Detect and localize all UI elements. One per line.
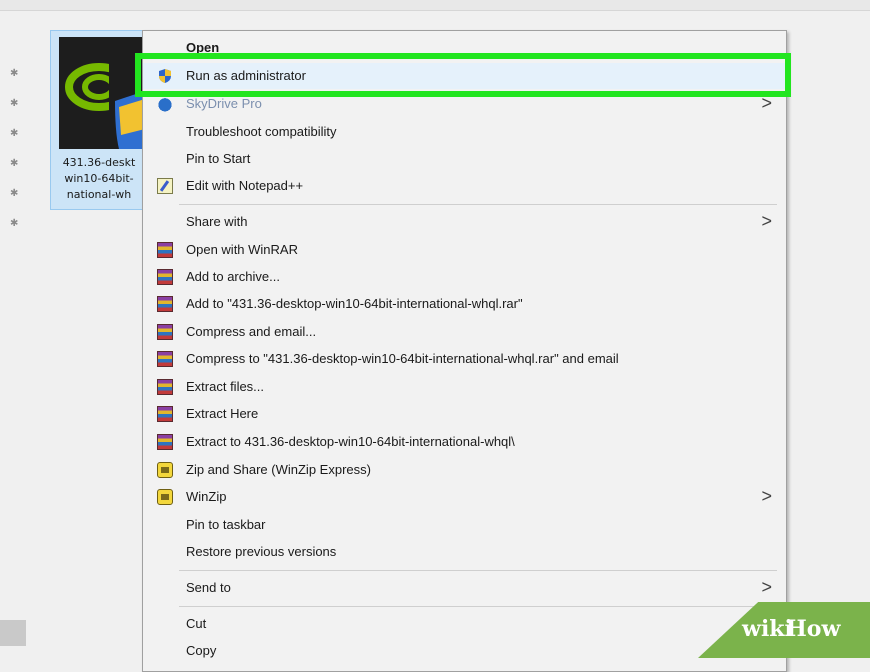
- menu-item-send-to[interactable]: Send to >: [143, 575, 786, 601]
- menu-item-label: Send to: [186, 580, 231, 595]
- menu-item-troubleshoot-compatibility[interactable]: Troubleshoot compatibility: [143, 119, 786, 145]
- menu-item-restore-previous-versions[interactable]: Restore previous versions: [143, 539, 786, 565]
- menu-item-pin-to-taskbar[interactable]: Pin to taskbar: [143, 512, 786, 538]
- menu-item-label: Copy: [186, 643, 217, 658]
- file-name-line: national-wh: [66, 188, 132, 201]
- menu-item-add-to-rar[interactable]: Add to "431.36-desktop-win10-64bit-inter…: [143, 291, 786, 317]
- menu-item-label: Pin to Start: [186, 151, 251, 166]
- menu-item-share-with[interactable]: Share with >: [143, 209, 786, 235]
- scroll-thumb[interactable]: [0, 620, 26, 646]
- pin-icon[interactable]: ✱: [10, 68, 22, 80]
- menu-item-zip-and-share[interactable]: Zip and Share (WinZip Express): [143, 457, 786, 483]
- menu-item-winzip[interactable]: WinZip >: [143, 484, 786, 510]
- submenu-arrow-icon: >: [761, 577, 772, 597]
- skydrive-icon: [157, 96, 173, 112]
- winrar-icon: [157, 434, 173, 450]
- file-name-line: win10-64bit-: [64, 172, 134, 185]
- menu-item-cut[interactable]: Cut: [143, 611, 786, 637]
- menu-separator: [179, 606, 777, 607]
- menu-item-pin-to-start[interactable]: Pin to Start: [143, 146, 786, 172]
- winrar-icon: [157, 242, 173, 258]
- menu-item-label: Zip and Share (WinZip Express): [186, 462, 371, 477]
- menu-item-compress-to-rar-and-email[interactable]: Compress to "431.36-desktop-win10-64bit-…: [143, 346, 786, 372]
- menu-item-label: Troubleshoot compatibility: [186, 124, 337, 139]
- menu-item-label: Restore previous versions: [186, 544, 337, 559]
- file-name-line: 431.36-deskt: [62, 156, 136, 169]
- winrar-icon: [157, 269, 173, 285]
- nvidia-installer-icon: [59, 37, 145, 149]
- menu-item-label: SkyDrive Pro: [186, 96, 262, 111]
- pin-icon[interactable]: ✱: [10, 158, 22, 170]
- pin-icon[interactable]: ✱: [10, 188, 22, 200]
- menu-item-label: Add to "431.36-desktop-win10-64bit-inter…: [186, 296, 523, 311]
- pin-icon[interactable]: ✱: [10, 218, 22, 230]
- menu-item-open-with-winrar[interactable]: Open with WinRAR: [143, 237, 786, 263]
- menu-item-label: WinZip: [186, 489, 227, 504]
- menu-item-label: Extract to 431.36-desktop-win10-64bit-in…: [186, 434, 515, 449]
- selected-file-icon[interactable]: 431.36-deskt win10-64bit- national-wh: [50, 30, 148, 210]
- notepad-plus-plus-icon: [157, 178, 173, 194]
- annotation-highlight-box: [135, 53, 791, 97]
- menu-item-label: Compress to "431.36-desktop-win10-64bit-…: [186, 351, 619, 366]
- menu-item-label: Extract Here: [186, 406, 259, 421]
- menu-separator: [179, 570, 777, 571]
- winrar-icon: [157, 379, 173, 395]
- menu-item-compress-and-email[interactable]: Compress and email...: [143, 319, 786, 345]
- winrar-icon: [157, 406, 173, 422]
- menu-item-copy[interactable]: Copy: [143, 638, 786, 664]
- winzip-icon: [157, 462, 173, 478]
- menu-item-extract-here[interactable]: Extract Here: [143, 401, 786, 427]
- menu-item-edit-with-notepad[interactable]: Edit with Notepad++: [143, 173, 786, 199]
- winzip-icon: [157, 489, 173, 505]
- submenu-arrow-icon: >: [761, 486, 772, 506]
- file-name-label: 431.36-deskt win10-64bit- national-wh: [53, 155, 145, 203]
- menu-item-add-to-archive[interactable]: Add to archive...: [143, 264, 786, 290]
- menu-item-extract-files[interactable]: Extract files...: [143, 374, 786, 400]
- menu-item-label: Add to archive...: [186, 269, 280, 284]
- menu-item-label: Compress and email...: [186, 324, 317, 339]
- winrar-icon: [157, 351, 173, 367]
- menu-item-label: Open with WinRAR: [186, 242, 298, 257]
- watermark-text: How: [786, 616, 841, 642]
- pin-icon[interactable]: ✱: [10, 128, 22, 140]
- menu-item-label: Share with: [186, 214, 248, 229]
- menu-item-extract-to-folder[interactable]: Extract to 431.36-desktop-win10-64bit-in…: [143, 429, 786, 455]
- menu-separator: [179, 204, 777, 205]
- context-menu: Open Run as administrator SkyDrive Pro >…: [142, 30, 787, 672]
- submenu-arrow-icon: >: [761, 211, 772, 231]
- window-top-strip: [0, 0, 870, 11]
- pin-icon[interactable]: ✱: [10, 98, 22, 110]
- menu-item-label: Extract files...: [186, 379, 265, 394]
- menu-item-label: Pin to taskbar: [186, 517, 266, 532]
- menu-item-label: Cut: [186, 616, 207, 631]
- winrar-icon: [157, 324, 173, 340]
- menu-item-label: Edit with Notepad++: [186, 178, 304, 193]
- winrar-icon: [157, 296, 173, 312]
